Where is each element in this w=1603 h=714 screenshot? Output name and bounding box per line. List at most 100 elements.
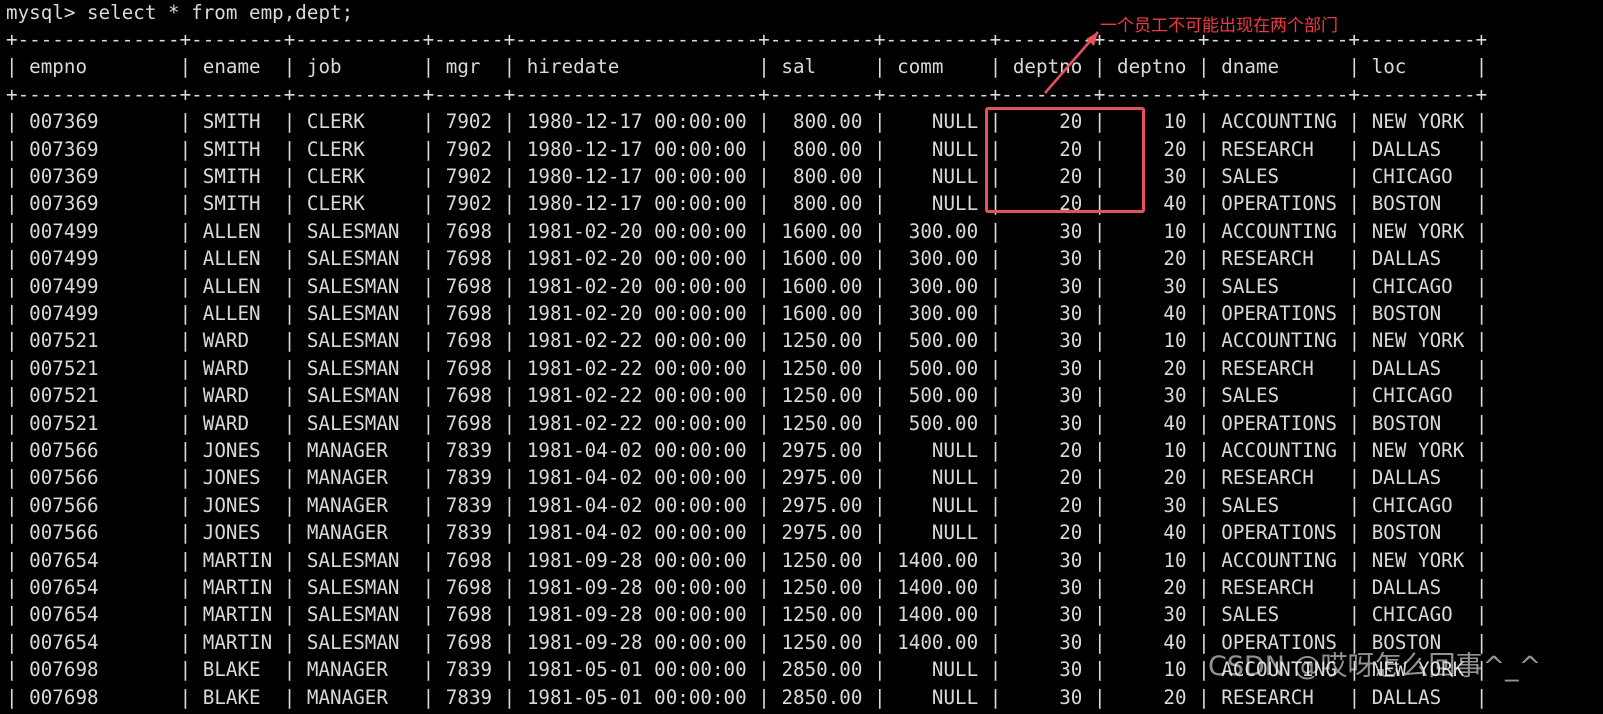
table-cell-comm: NULL [931,192,979,216]
table-cell-ename: MARTIN [202,576,273,599]
column-header-ename-1: ename [202,55,261,79]
table-row: | 007654 | MARTIN | SALESMAN | 7698 | 19… [6,603,1488,627]
table-row: | 007499 | ALLEN | SALESMAN | 7698 | 198… [6,219,1488,243]
table-cell-mgr: 7839 [445,466,493,490]
table-cell-sal: 1250.00 [781,411,863,435]
table-cell-dname: SALES [1221,384,1280,408]
table-cell-loc: CHICAGO [1371,603,1453,627]
table-cell-mgr: 7839 [445,521,493,545]
table-cell-deptno: 30 [1059,603,1083,627]
table-header-row: | empno | ename | job | mgr | hiredate |… [6,55,1488,79]
table-cell-job: SALESMAN [306,384,400,408]
table-cell-deptno: 10 [1163,329,1187,353]
table-row: | 007566 | JONES | MANAGER | 7839 | 1981… [6,493,1488,517]
table-cell-mgr: 7839 [445,439,493,462]
table-cell-dname: OPERATIONS [1221,411,1337,435]
table-cell-comm: 1400.00 [897,603,979,627]
table-cell-comm: NULL [931,685,979,709]
table-cell-ename: MARTIN [202,603,273,627]
table-cell-ename: JONES [202,493,261,517]
table-cell-deptno: 30 [1059,302,1083,325]
table-cell-mgr: 7698 [445,356,493,380]
table-cell-empno: 007566 [29,466,99,490]
table-cell-hiredate: 1981-04-02 00:00:00 [526,493,747,517]
table-cell-hiredate: 1981-02-22 00:00:00 [526,329,747,353]
table-cell-loc: NEW YORK [1371,329,1465,353]
column-header-deptno-8: deptno [1117,55,1187,79]
table-row: | 007521 | WARD | SALESMAN | 7698 | 1981… [6,411,1488,435]
table-cell-mgr: 7698 [445,603,493,627]
table-cell-hiredate: 1981-04-02 00:00:00 [526,521,747,545]
table-cell-mgr: 7839 [445,685,493,709]
table-row: | 007369 | SMITH | CLERK | 7902 | 1980-1… [6,110,1488,134]
table-cell-empno: 007521 [29,411,99,435]
table-cell-empno: 007654 [29,630,99,654]
table-cell-hiredate: 1980-12-17 00:00:00 [526,192,747,216]
table-cell-deptno: 20 [1163,466,1187,490]
table-cell-deptno: 30 [1059,247,1083,271]
table-cell-deptno: 30 [1163,274,1187,298]
table-cell-ename: WARD [202,411,250,435]
table-cell-deptno: 40 [1163,521,1187,545]
table-cell-job: SALESMAN [306,630,400,654]
table-cell-dname: ACCOUNTING [1221,439,1337,462]
table-cell-sal: 1600.00 [781,219,863,243]
table-cell-mgr: 7698 [445,329,493,353]
table-cell-empno: 007499 [29,274,99,298]
table-cell-comm: 300.00 [908,219,979,243]
table-cell-sal: 1250.00 [781,630,863,654]
table-cell-deptno: 30 [1059,576,1083,599]
table-cell-hiredate: 1981-09-28 00:00:00 [526,548,747,572]
table-cell-ename: BLAKE [202,658,261,682]
table-cell-hiredate: 1981-02-22 00:00:00 [526,384,747,408]
table-cell-comm: 500.00 [908,384,979,408]
table-cell-mgr: 7698 [445,384,493,408]
table-cell-hiredate: 1981-02-20 00:00:00 [526,219,747,243]
table-cell-dname: RESEARCH [1221,576,1314,599]
table-cell-comm: 1400.00 [897,630,979,654]
table-cell-mgr: 7839 [445,658,493,682]
table-row: | 007521 | WARD | SALESMAN | 7698 | 1981… [6,384,1488,408]
table-cell-sal: 2975.00 [781,439,863,462]
table-cell-comm: 300.00 [908,274,979,298]
table-cell-sal: 2975.00 [781,493,863,517]
table-cell-empno: 007521 [29,384,99,408]
table-cell-loc: DALLAS [1371,356,1442,380]
table-cell-dname: OPERATIONS [1221,521,1337,545]
table-cell-mgr: 7698 [445,411,493,435]
table-cell-job: SALESMAN [306,274,400,298]
table-cell-dname: RESEARCH [1221,466,1314,490]
table-cell-ename: MARTIN [202,630,273,654]
terminal-window[interactable]: mysql> select * from emp,dept; +--------… [0,0,1603,714]
table-cell-dname: OPERATIONS [1221,302,1337,325]
table-cell-ename: ALLEN [202,302,261,325]
table-cell-deptno: 30 [1059,685,1083,709]
table-cell-deptno: 20 [1059,466,1083,490]
table-cell-empno: 007698 [29,685,99,709]
table-cell-comm: NULL [931,658,979,682]
table-cell-comm: NULL [931,493,979,517]
table-cell-loc: BOSTON [1371,411,1442,435]
table-cell-empno: 007698 [29,658,99,682]
table-cell-deptno: 20 [1059,493,1083,517]
table-cell-dname: ACCOUNTING [1221,329,1337,353]
table-cell-hiredate: 1981-02-22 00:00:00 [526,411,747,435]
table-cell-loc: DALLAS [1371,576,1442,599]
table-cell-deptno: 20 [1163,137,1187,161]
table-cell-empno: 007566 [29,521,99,545]
table-cell-sal: 2850.00 [781,685,863,709]
table-cell-empno: 007369 [29,165,99,188]
table-row: | 007521 | WARD | SALESMAN | 7698 | 1981… [6,329,1488,353]
table-cell-deptno: 40 [1163,411,1187,435]
table-cell-comm: 1400.00 [897,576,979,599]
table-cell-comm: NULL [931,165,979,188]
table-cell-deptno: 30 [1163,603,1187,627]
table-cell-empno: 007566 [29,493,99,517]
table-cell-sal: 2975.00 [781,466,863,490]
table-cell-empno: 007654 [29,603,99,627]
table-cell-job: MANAGER [306,685,388,709]
table-cell-hiredate: 1981-05-01 00:00:00 [526,658,747,682]
table-cell-job: CLERK [306,192,365,216]
table-cell-sal: 1600.00 [781,302,863,325]
table-cell-loc: NEW YORK [1371,219,1465,243]
